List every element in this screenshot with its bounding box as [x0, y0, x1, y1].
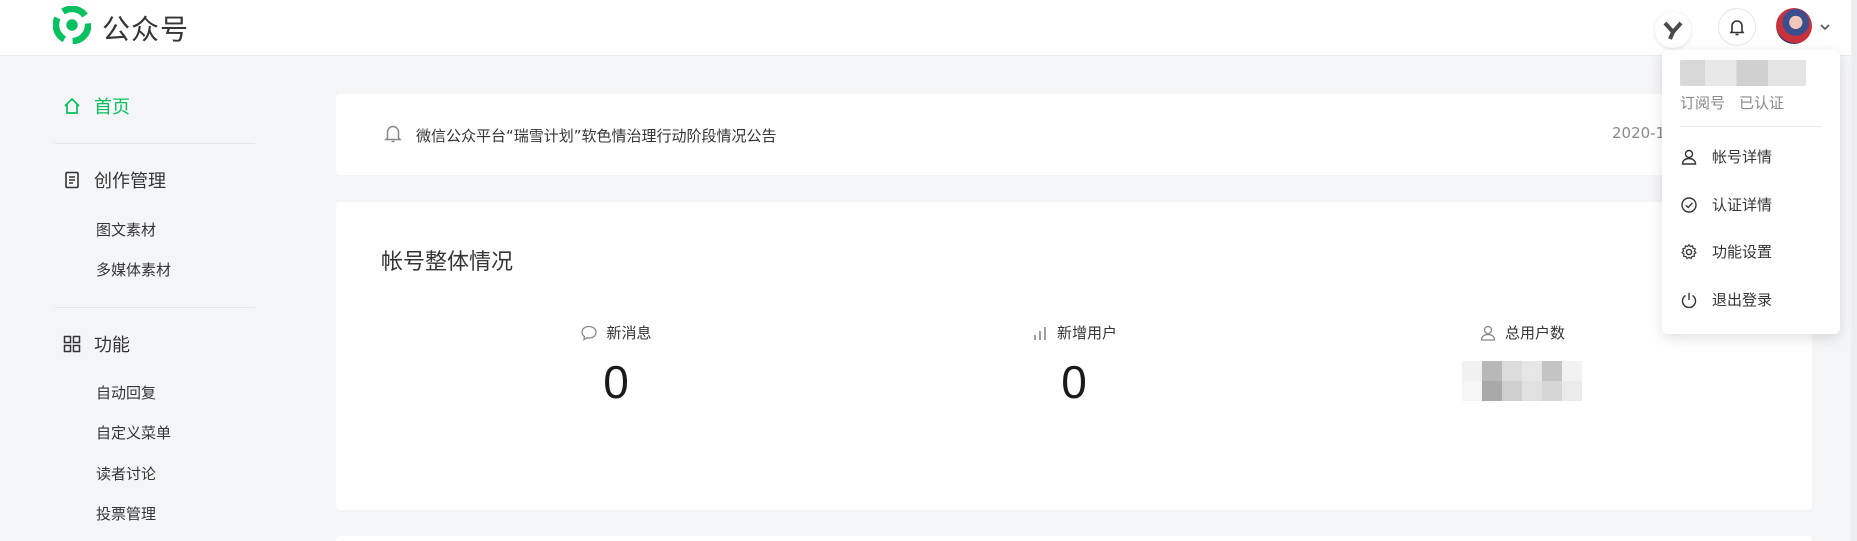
menu-item-label: 退出登录 [1712, 291, 1773, 309]
grid-icon [63, 335, 81, 353]
divider [55, 143, 255, 144]
gear-icon [1681, 243, 1697, 259]
avatar[interactable] [1776, 8, 1812, 44]
menu-item-label: 认证详情 [1712, 196, 1773, 214]
pixelated-total-users-value [1402, 361, 1642, 401]
sidebar-item-custom-menu[interactable]: 自定义菜单 [96, 422, 171, 443]
account-overview-card: 帐号整体情况 新消息 0 新增用户 0 总用户数 [336, 202, 1812, 510]
wechat-official-logo-icon[interactable] [53, 6, 91, 44]
divider [55, 307, 255, 308]
stat-new-users[interactable]: 新增用户 0 [954, 322, 1194, 409]
bell-icon [384, 125, 402, 143]
sidebar-group-features[interactable]: 功能 [62, 331, 130, 357]
y-logo-icon [1663, 21, 1683, 40]
bell-icon [1729, 20, 1745, 36]
menu-item-verification-details[interactable]: 认证详情 [1680, 194, 1772, 215]
stat-new-messages[interactable]: 新消息 0 [496, 322, 736, 409]
notice-card[interactable]: 微信公众平台“瑞雪计划”软色情治理行动阶段情况公告 2020-1 [336, 94, 1812, 175]
account-dropdown-menu: 订阅号 已认证 帐号详情 认证详情 功能设置 退出登录 [1662, 50, 1840, 334]
stat-label: 新增用户 [1056, 324, 1117, 342]
menu-item-feature-settings[interactable]: 功能设置 [1680, 241, 1772, 262]
menu-item-account-details[interactable]: 帐号详情 [1680, 146, 1772, 167]
divider [1680, 126, 1822, 127]
user-icon [1480, 325, 1496, 341]
notice-title-link[interactable]: 微信公众平台“瑞雪计划”软色情治理行动阶段情况公告 [416, 125, 777, 146]
brand-title[interactable]: 公众号 [102, 8, 189, 48]
top-bar: 公众号 [0, 0, 1857, 56]
account-name-redacted [1680, 60, 1806, 86]
stat-value: 0 [1061, 356, 1087, 408]
sidebar-group-label: 功能 [94, 335, 130, 356]
account-type-tag: 订阅号 [1680, 94, 1726, 112]
menu-item-label: 功能设置 [1712, 243, 1773, 261]
stat-label: 总用户数 [1504, 324, 1565, 342]
sidebar-item-reader-discussion[interactable]: 读者讨论 [96, 463, 156, 484]
sidebar-item-image-text[interactable]: 图文素材 [96, 219, 156, 240]
check-circle-icon [1681, 196, 1697, 213]
bar-chart-icon [1034, 326, 1046, 340]
scrollbar-track[interactable] [1851, 0, 1857, 541]
menu-item-logout[interactable]: 退出登录 [1680, 289, 1772, 310]
verification-status-tag: 已认证 [1739, 94, 1785, 112]
stat-label: 新消息 [606, 324, 652, 342]
stat-total-users[interactable]: 总用户数 [1402, 322, 1642, 401]
menu-item-label: 帐号详情 [1712, 148, 1773, 166]
sidebar-item-vote-management[interactable]: 投票管理 [96, 503, 156, 524]
sidebar-item-home[interactable]: 首页 [62, 93, 130, 119]
chat-bubble-icon [581, 325, 598, 341]
sidebar-group-creation[interactable]: 创作管理 [62, 167, 166, 193]
sidebar: 首页 创作管理 图文素材 多媒体素材 功能 自动回复 自定义菜单 读者讨论 投票… [0, 57, 260, 541]
home-icon [64, 97, 80, 114]
overview-title: 帐号整体情况 [381, 250, 514, 275]
help-button[interactable] [1655, 12, 1691, 48]
document-icon [65, 171, 79, 189]
sidebar-item-label: 首页 [94, 97, 130, 118]
user-icon [1681, 149, 1697, 165]
notifications-button[interactable] [1718, 8, 1756, 46]
sidebar-item-multimedia[interactable]: 多媒体素材 [96, 259, 171, 280]
sidebar-item-auto-reply[interactable]: 自动回复 [96, 382, 156, 403]
chevron-down-icon[interactable] [1818, 20, 1832, 34]
lower-card [336, 536, 1812, 541]
stat-value: 0 [603, 356, 629, 408]
sidebar-group-label: 创作管理 [94, 171, 166, 192]
notice-date: 2020-1 [1612, 124, 1666, 142]
power-icon [1681, 292, 1697, 308]
